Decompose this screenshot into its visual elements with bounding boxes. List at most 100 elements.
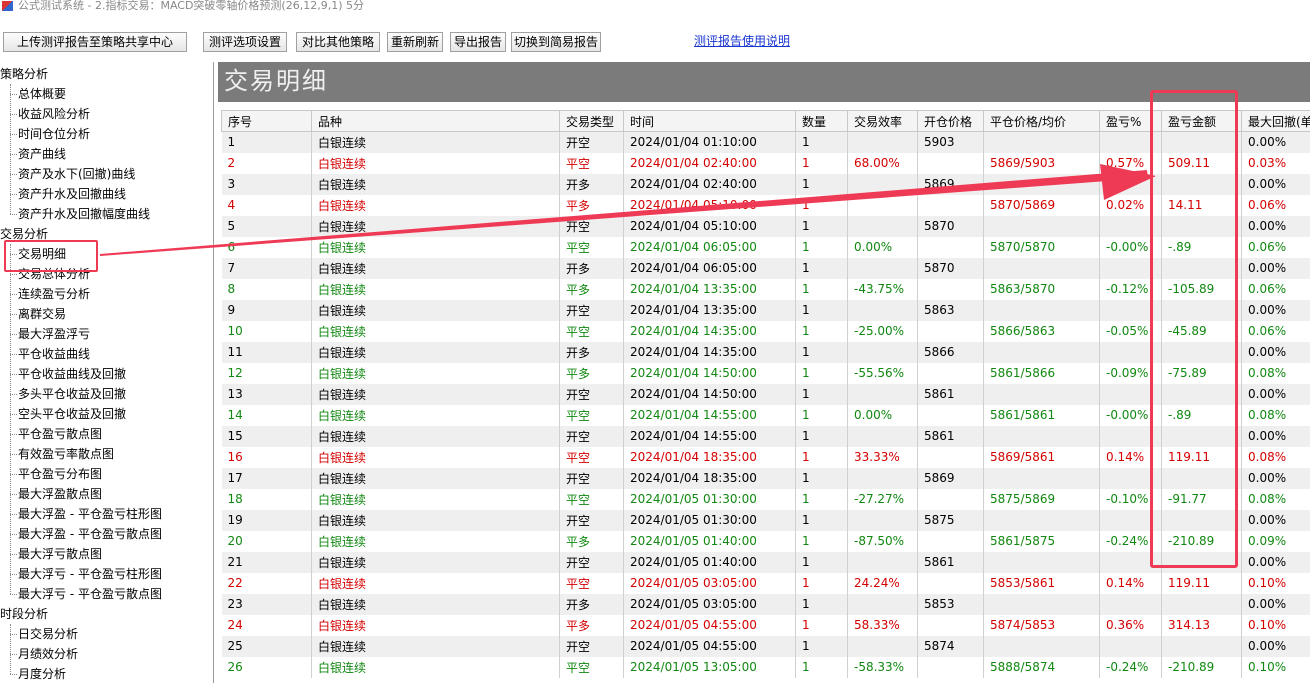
table-row[interactable]: 7 白银连续 开多 2024/01/04 06:05:00 1 5870 0.00% xyxy=(221,257,1310,279)
table-cell: 11 xyxy=(221,341,312,363)
sidebar-item[interactable]: 资产升水及回撤幅度曲线 xyxy=(9,204,150,224)
table-cell: 开多 xyxy=(559,173,624,195)
column-header[interactable]: 开仓价格 xyxy=(917,110,984,132)
table-row[interactable]: 8 白银连续 平多 2024/01/04 13:35:00 1 -43.75% 5863/5… xyxy=(221,278,1310,300)
sidebar-item[interactable]: 日交易分析 xyxy=(9,624,78,644)
table-row[interactable]: 15 白银连续 开空 2024/01/04 14:55:00 1 5861 0.00% xyxy=(221,425,1310,447)
sidebar-item[interactable]: 平仓盈亏分布图 xyxy=(9,464,102,484)
table-cell: 平多 xyxy=(559,194,624,216)
table-cell: -0.10% xyxy=(1099,488,1162,510)
table-row[interactable]: 5 白银连续 开空 2024/01/04 05:10:00 1 5870 0.00% xyxy=(221,215,1310,237)
sidebar-group[interactable]: 时段分析 xyxy=(0,604,48,624)
column-header[interactable]: 盈亏金额 xyxy=(1161,110,1242,132)
sidebar-group[interactable]: 策略分析 xyxy=(0,64,48,84)
column-header[interactable]: 最大回撤(单 xyxy=(1241,110,1310,132)
sidebar-item[interactable]: 资产升水及回撤曲线 xyxy=(9,184,126,204)
table-cell: 12 xyxy=(221,362,312,384)
sidebar-item[interactable]: 空头平仓收益及回撤 xyxy=(9,404,126,424)
table-cell: 2024/01/04 18:35:00 xyxy=(623,467,796,489)
table-cell xyxy=(1099,635,1162,657)
sidebar-item[interactable]: 资产曲线 xyxy=(9,144,66,164)
sidebar-item[interactable]: 最大浮盈 - 平仓盈亏柱形图 xyxy=(10,504,162,524)
window-title: 公式测试系统 - 2.指标交易：MACD突破零轴价格预测(26,12,9,1) … xyxy=(18,0,364,12)
switch-simple-report-button[interactable]: 切换到简易报告 xyxy=(511,32,601,52)
table-row[interactable]: 25 白银连续 开空 2024/01/05 04:55:00 1 5874 0.00% xyxy=(221,635,1310,657)
table-cell: -0.05% xyxy=(1099,320,1162,342)
table-row[interactable]: 13 白银连续 开空 2024/01/04 14:50:00 1 5861 0.00% xyxy=(221,383,1310,405)
table-row[interactable]: 16 白银连续 平空 2024/01/04 18:35:00 1 33.33% 5869/5… xyxy=(221,446,1310,468)
sidebar-item[interactable]: 平仓收益曲线 xyxy=(9,344,90,364)
sidebar-item[interactable]: 最大浮盈散点图 xyxy=(9,484,102,504)
column-header[interactable]: 序号 xyxy=(221,110,312,132)
sidebar-item[interactable]: 交易明细 xyxy=(9,244,66,264)
sidebar-item[interactable]: 月绩效分析 xyxy=(9,644,78,664)
sidebar-item[interactable]: 最大浮盈 - 平仓盈亏散点图 xyxy=(10,524,162,544)
table-row[interactable]: 6 白银连续 平空 2024/01/04 06:05:00 1 0.00% 5870/587… xyxy=(221,236,1310,258)
column-header[interactable]: 交易类型 xyxy=(559,110,624,132)
sidebar-item[interactable]: 时间仓位分析 xyxy=(9,124,90,144)
table-cell: 开空 xyxy=(559,467,624,489)
table-row[interactable]: 26 白银连续 平空 2024/01/05 13:05:00 1 -58.33% 5888/… xyxy=(221,656,1310,678)
sidebar-item[interactable]: 资产及水下(回撤)曲线 xyxy=(9,164,135,184)
table-row[interactable]: 22 白银连续 平空 2024/01/05 03:05:00 1 24.24% 5853/5… xyxy=(221,572,1310,594)
table-cell: 平空 xyxy=(559,488,624,510)
column-header[interactable]: 平仓价格/均价 xyxy=(983,110,1100,132)
table-row[interactable]: 4 白银连续 平多 2024/01/04 05:10:00 1 5870/5869 0.02… xyxy=(221,194,1310,216)
sidebar-group[interactable]: 交易分析 xyxy=(0,224,48,244)
table-cell: 1 xyxy=(795,467,848,489)
toolbar: 上传测评报告至策略共享中心 测评选项设置 对比其他策略 重新刷新 导出报告 切换… xyxy=(0,14,1310,62)
page-title: 交易明细 xyxy=(224,67,328,95)
export-report-button[interactable]: 导出报告 xyxy=(450,32,506,52)
table-row[interactable]: 21 白银连续 开空 2024/01/05 01:40:00 1 5861 0.00% xyxy=(221,551,1310,573)
sidebar-item[interactable]: 最大浮亏 - 平仓盈亏散点图 xyxy=(10,584,162,604)
table-cell: -0.09% xyxy=(1099,362,1162,384)
table-row[interactable]: 17 白银连续 开空 2024/01/04 18:35:00 1 5869 0.00% xyxy=(221,467,1310,489)
table-cell: 1 xyxy=(795,656,848,678)
table-row[interactable]: 20 白银连续 平多 2024/01/05 01:40:00 1 -87.50% 5861/… xyxy=(221,530,1310,552)
table-row[interactable]: 3 白银连续 开多 2024/01/04 02:40:00 1 5869 0.00% xyxy=(221,173,1310,195)
column-header[interactable]: 品种 xyxy=(311,110,560,132)
sidebar-item[interactable]: 最大浮亏散点图 xyxy=(9,544,102,564)
sidebar-item[interactable]: 收益风险分析 xyxy=(9,104,90,124)
table-cell: 开空 xyxy=(559,551,624,573)
sidebar-item[interactable]: 交易总体分析 xyxy=(9,264,90,284)
table-cell xyxy=(1161,551,1242,573)
sidebar-item[interactable]: 连续盈亏分析 xyxy=(9,284,90,304)
test-options-button[interactable]: 测评选项设置 xyxy=(203,32,287,52)
table-cell: 开空 xyxy=(559,131,624,153)
help-link[interactable]: 测评报告使用说明 xyxy=(694,32,790,49)
table-row[interactable]: 24 白银连续 平多 2024/01/05 04:55:00 1 58.33% 5874/5… xyxy=(221,614,1310,636)
refresh-button[interactable]: 重新刷新 xyxy=(387,32,443,52)
sidebar-item[interactable]: 有效盈亏率散点图 xyxy=(9,444,114,464)
table-row[interactable]: 1 白银连续 开空 2024/01/04 01:10:00 1 5903 0.00% xyxy=(221,131,1310,153)
column-header[interactable]: 时间 xyxy=(623,110,796,132)
column-header[interactable]: 数量 xyxy=(795,110,848,132)
column-header[interactable]: 盈亏% xyxy=(1099,110,1162,132)
table-cell xyxy=(917,152,984,174)
compare-strategies-button[interactable]: 对比其他策略 xyxy=(296,32,380,52)
table-row[interactable]: 9 白银连续 开空 2024/01/04 13:35:00 1 5863 0.00% xyxy=(221,299,1310,321)
table-row[interactable]: 11 白银连续 开多 2024/01/04 14:35:00 1 5866 0.00% xyxy=(221,341,1310,363)
table-row[interactable]: 12 白银连续 平多 2024/01/04 14:50:00 1 -55.56% 5861/… xyxy=(221,362,1310,384)
table-cell: 白银连续 xyxy=(311,383,560,405)
table-cell xyxy=(847,467,918,489)
sidebar-item[interactable]: 总体概要 xyxy=(9,84,66,104)
sidebar-item[interactable]: 平仓收益曲线及回撤 xyxy=(9,364,126,384)
table-row[interactable]: 23 白银连续 开多 2024/01/05 03:05:00 1 5853 0.00% xyxy=(221,593,1310,615)
table-row[interactable]: 18 白银连续 平空 2024/01/05 01:30:00 1 -27.27% 5875/… xyxy=(221,488,1310,510)
table-cell xyxy=(1099,215,1162,237)
table-cell: 白银连续 xyxy=(311,194,560,216)
sidebar-item[interactable]: 离群交易 xyxy=(9,304,66,324)
table-row[interactable]: 2 白银连续 平空 2024/01/04 02:40:00 1 68.00% 5869/59… xyxy=(221,152,1310,174)
sidebar-item[interactable]: 最大浮盈浮亏 xyxy=(9,324,90,344)
upload-report-button[interactable]: 上传测评报告至策略共享中心 xyxy=(3,32,187,52)
sidebar-item[interactable]: 平仓盈亏散点图 xyxy=(9,424,102,444)
table-cell xyxy=(983,299,1100,321)
sidebar-item[interactable]: 月度分析 xyxy=(9,664,66,683)
sidebar-item[interactable]: 多头平仓收益及回撤 xyxy=(9,384,126,404)
sidebar-item[interactable]: 最大浮亏 - 平仓盈亏柱形图 xyxy=(10,564,162,584)
table-row[interactable]: 10 白银连续 平空 2024/01/04 14:35:00 1 -25.00% 5866/… xyxy=(221,320,1310,342)
table-row[interactable]: 14 白银连续 平空 2024/01/04 14:55:00 1 0.00% 5861/58… xyxy=(221,404,1310,426)
column-header[interactable]: 交易效率 xyxy=(847,110,918,132)
table-row[interactable]: 19 白银连续 开空 2024/01/05 01:30:00 1 5875 0.00% xyxy=(221,509,1310,531)
